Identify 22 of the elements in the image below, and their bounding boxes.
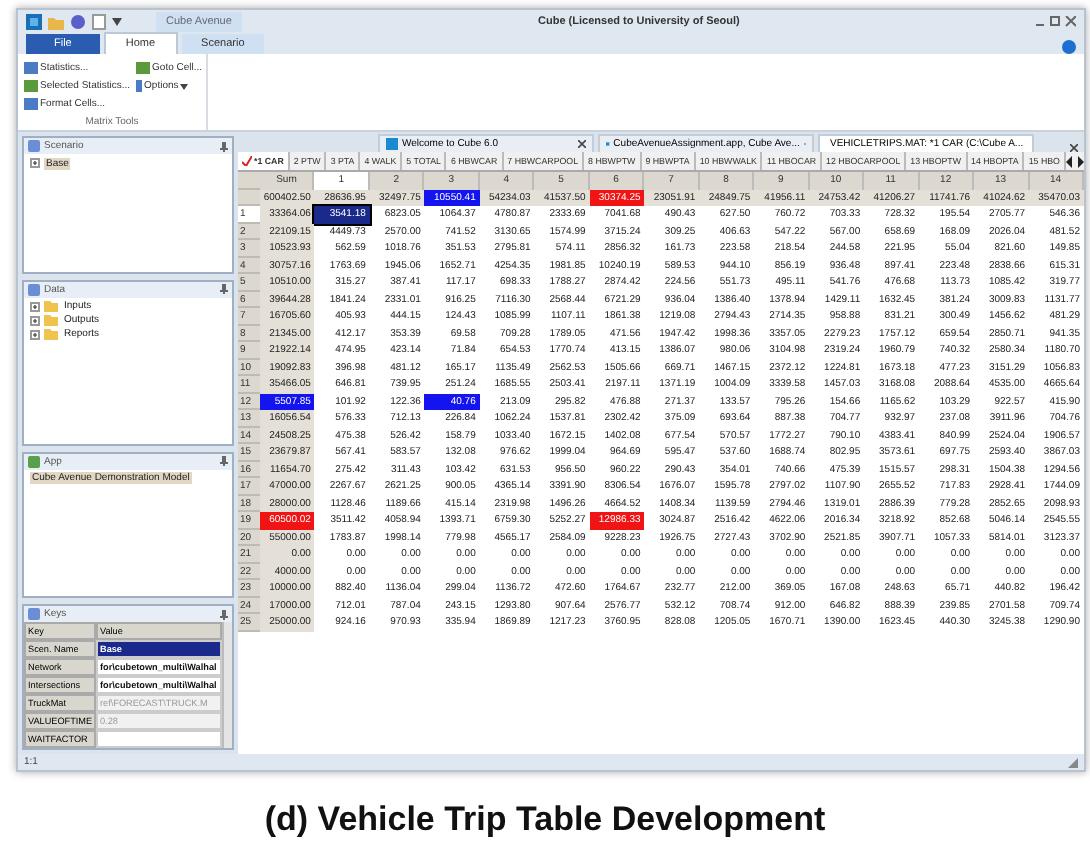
pin-icon[interactable] <box>220 609 228 619</box>
panel-icon <box>28 608 40 620</box>
pin-icon[interactable] <box>220 141 228 151</box>
window-controls-icon[interactable] <box>1036 16 1076 28</box>
pin-icon[interactable] <box>220 284 228 295</box>
table-corner <box>238 172 260 189</box>
scroll-arrows-icon[interactable] <box>1066 155 1084 167</box>
figure-caption: (d) Vehicle Trip Table Development <box>262 800 828 840</box>
value-cell[interactable] <box>96 730 222 748</box>
expand-icon[interactable] <box>30 158 40 168</box>
caret-icon <box>180 83 189 89</box>
expand-icon[interactable] <box>30 329 40 340</box>
dropdown-caret-icon[interactable] <box>112 18 122 26</box>
checkmark-icon <box>242 156 252 166</box>
panel-icon <box>28 455 40 468</box>
expand-icon[interactable] <box>30 301 40 312</box>
pin-icon[interactable] <box>220 456 228 467</box>
scrollbar[interactable] <box>222 622 232 748</box>
expand-icon[interactable] <box>30 315 40 326</box>
app-logo-icon <box>26 14 42 30</box>
panel-icon <box>28 140 40 152</box>
panel-icon <box>28 283 40 296</box>
